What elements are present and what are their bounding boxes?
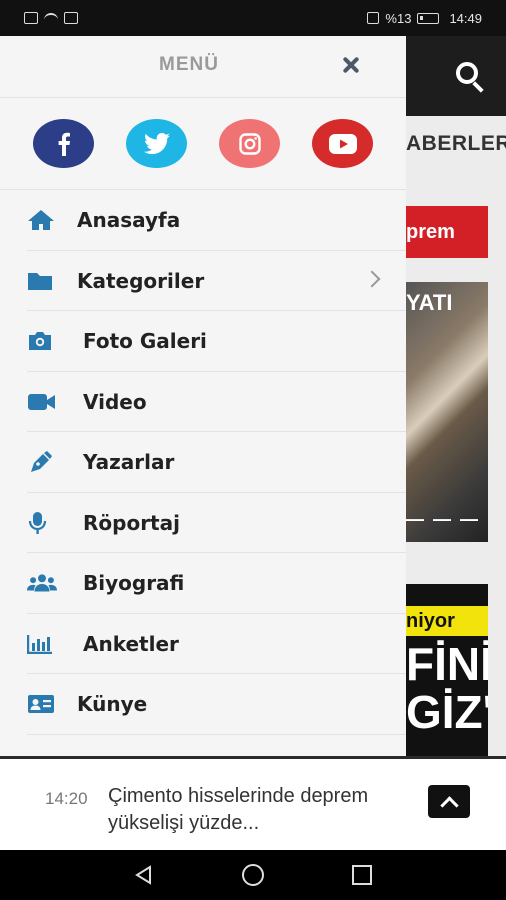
battery-icon xyxy=(417,12,440,24)
news-image[interactable]: YATI — — — xyxy=(406,282,488,542)
camera-icon xyxy=(27,330,57,352)
home-icon xyxy=(27,209,57,231)
drawer-header: MENÜ xyxy=(0,36,406,98)
menu-item-label: Video xyxy=(83,389,147,414)
news-banner: niyor xyxy=(406,606,488,636)
users-icon xyxy=(27,572,57,594)
menu-item-label: Kategoriler xyxy=(77,268,205,293)
instagram-icon[interactable] xyxy=(219,119,280,168)
system-nav-bar xyxy=(0,850,506,900)
menu-item-label: Foto Galeri xyxy=(83,329,207,354)
menu-item-kategoriler[interactable]: Kategoriler xyxy=(0,251,406,312)
menu-item-video[interactable]: Video xyxy=(0,372,406,433)
status-right: %13 14:49 xyxy=(367,11,482,26)
menu-item-label: Röportaj xyxy=(83,510,180,535)
news-image-dashes: — — — xyxy=(406,509,481,529)
back-icon[interactable] xyxy=(134,865,154,885)
youtube-icon[interactable] xyxy=(312,119,373,168)
menu-item-label: Biyografi xyxy=(83,571,185,596)
status-left-icons xyxy=(24,12,78,24)
drawer-title: MENÜ xyxy=(159,54,219,75)
close-icon[interactable] xyxy=(338,52,364,80)
category-badge[interactable]: prem xyxy=(406,206,488,258)
pen-icon xyxy=(27,451,57,473)
id-card-icon xyxy=(27,693,57,715)
chart-icon xyxy=(27,633,57,655)
status-bar: %13 14:49 xyxy=(0,0,506,36)
drawer-menu: Anasayfa Kategoriler Foto Galeri Video Y… xyxy=(0,190,406,735)
breaking-news-bar[interactable]: 14:20 Çimento hisselerinde deprem yüksel… xyxy=(0,756,506,850)
menu-item-foto-galeri[interactable]: Foto Galeri xyxy=(0,311,406,372)
menu-item-label: Anketler xyxy=(83,631,179,656)
clock: 14:49 xyxy=(449,10,482,26)
menu-item-yazarlar[interactable]: Yazarlar xyxy=(0,432,406,493)
nfc-icon xyxy=(64,12,78,24)
menu-item-label: Künye xyxy=(77,692,148,717)
sim-icon xyxy=(24,12,38,24)
microphone-icon xyxy=(27,511,57,534)
news-image-caption: YATI xyxy=(406,290,453,315)
navigation-drawer: MENÜ Anasayfa Kategoriler Foto Galeri Vi… xyxy=(0,36,406,756)
chevron-right-icon xyxy=(363,270,381,287)
menu-item-roportaj[interactable]: Röportaj xyxy=(0,493,406,554)
news-time: 14:20 xyxy=(45,789,88,808)
social-links xyxy=(0,98,406,190)
menu-item-label: Yazarlar xyxy=(83,450,175,475)
twitter-icon[interactable] xyxy=(126,119,187,168)
search-icon[interactable] xyxy=(454,60,488,94)
scroll-top-button[interactable] xyxy=(428,785,470,818)
home-nav-icon[interactable] xyxy=(242,864,264,886)
menu-item-anasayfa[interactable]: Anasayfa xyxy=(0,190,406,251)
news-headline[interactable]: Çimento hisselerinde deprem yükselişi yü… xyxy=(108,783,408,837)
app-header xyxy=(406,36,506,116)
news-tab[interactable]: ABERLER xyxy=(406,132,506,156)
news-headline-art: FİNİ GİZ' xyxy=(406,638,488,738)
news-image-2[interactable]: niyor FİNİ GİZ' xyxy=(406,584,488,759)
recent-apps-icon[interactable] xyxy=(352,865,372,885)
menu-item-biyografi[interactable]: Biyografi xyxy=(0,553,406,614)
wifi-icon xyxy=(44,13,58,23)
menu-item-anketler[interactable]: Anketler xyxy=(0,614,406,675)
menu-item-kunye[interactable]: Künye xyxy=(0,674,406,735)
battery-percent: %13 xyxy=(385,10,412,26)
folder-icon xyxy=(27,270,57,292)
vibrate-icon xyxy=(367,12,380,24)
menu-item-label: Anasayfa xyxy=(77,208,181,233)
video-icon xyxy=(27,391,57,413)
facebook-icon[interactable] xyxy=(33,119,94,168)
